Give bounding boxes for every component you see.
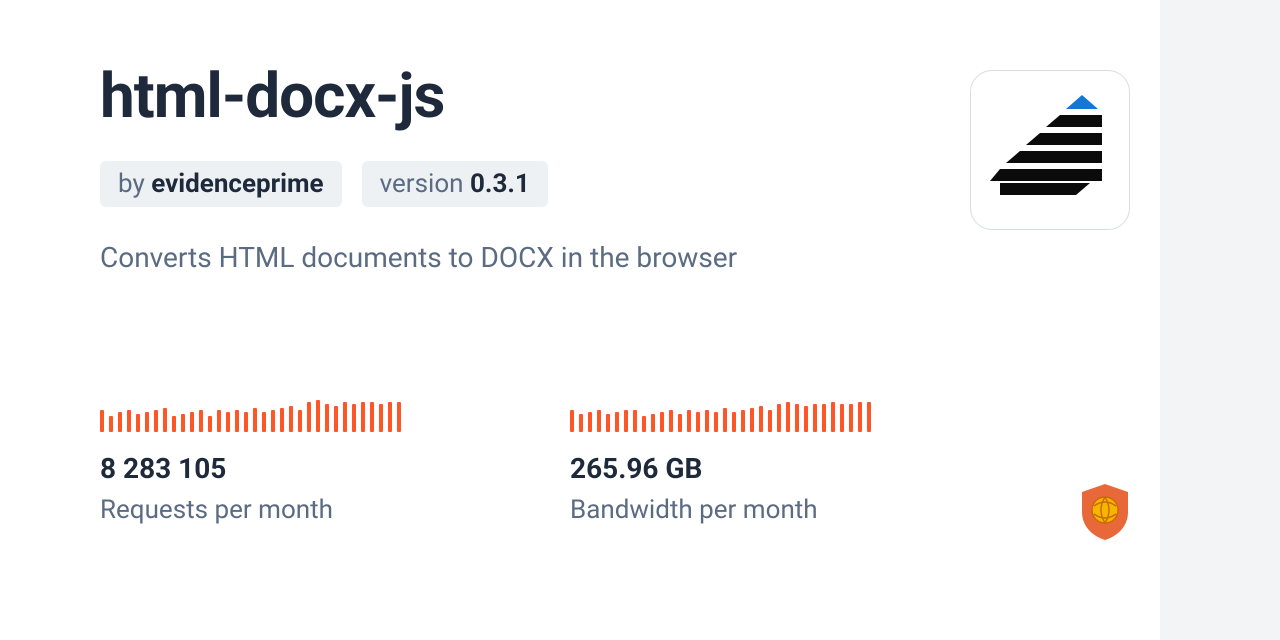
sparkline-bar: [732, 412, 736, 432]
sparkline-bar: [750, 408, 754, 432]
author-name: evidenceprime: [151, 169, 323, 199]
sparkline-bar: [271, 410, 275, 432]
shield-icon: [1080, 484, 1130, 540]
sparkline-bar: [849, 404, 853, 432]
sparkline-bar: [235, 410, 239, 432]
bandwidth-value: 265.96 GB: [570, 452, 900, 485]
package-description: Converts HTML documents to DOCX in the b…: [100, 241, 1180, 274]
requests-value: 8 283 105: [100, 452, 430, 485]
sparkline-bar: [579, 414, 583, 432]
sparkline-bar: [786, 402, 790, 432]
version-label: version: [380, 169, 464, 199]
sparkline-bar: [397, 402, 401, 432]
sparkline-bar: [570, 410, 574, 432]
sparkline-bar: [361, 402, 365, 432]
sparkline-bar: [289, 406, 293, 432]
sparkline-bar: [813, 404, 817, 432]
sparkline-bar: [795, 404, 799, 432]
sparkline-bar: [181, 414, 185, 432]
sparkline-bar: [262, 412, 266, 432]
sparkline-bar: [109, 416, 113, 432]
sparkline-bar: [633, 410, 637, 432]
sparkline-bar: [208, 416, 212, 432]
author-pill[interactable]: by evidenceprime: [100, 161, 342, 207]
sparkline-bar: [678, 414, 682, 432]
sparkline-bar: [606, 414, 610, 432]
sparkline-bar: [199, 410, 203, 432]
sparkline-bar: [831, 402, 835, 432]
sparkline-bar: [325, 404, 329, 432]
sparkline-bar: [127, 410, 131, 432]
sparkline-bar: [696, 412, 700, 432]
by-label: by: [118, 169, 145, 199]
sparkline-bar: [759, 406, 763, 432]
sparkline-bar: [388, 402, 392, 432]
bandwidth-label: Bandwidth per month: [570, 495, 900, 525]
sparkline-bar: [615, 412, 619, 432]
requests-stat: 8 283 105 Requests per month: [100, 394, 430, 525]
sparkline-bar: [840, 404, 844, 432]
sparkline-bar: [100, 410, 104, 432]
sparkline-bar: [777, 404, 781, 432]
sparkline-bar: [804, 406, 808, 432]
sparkline-bar: [343, 402, 347, 432]
sparkline-bar: [597, 410, 601, 432]
sparkline-bar: [217, 410, 221, 432]
sparkline-bar: [822, 404, 826, 432]
package-logo: [970, 70, 1130, 230]
sparkline-bar: [172, 416, 176, 432]
sparkline-bar: [867, 402, 871, 432]
sparkline-bar: [714, 412, 718, 432]
sparkline-bar: [316, 400, 320, 432]
sparkline-bar: [352, 404, 356, 432]
sparkline-bar: [154, 410, 158, 432]
sparkline-bar: [226, 412, 230, 432]
sparkline-bar: [253, 408, 257, 432]
sparkline-bar: [723, 408, 727, 432]
sparkline-bar: [118, 412, 122, 432]
sparkline-bar: [145, 412, 149, 432]
requests-label: Requests per month: [100, 495, 430, 525]
sparkline-bar: [687, 410, 691, 432]
bandwidth-sparkline: [570, 394, 900, 432]
sparkline-bar: [280, 408, 284, 432]
sparkline-bar: [651, 414, 655, 432]
sparkline-bar: [705, 410, 709, 432]
sparkline-bar: [768, 410, 772, 432]
sparkline-bar: [370, 402, 374, 432]
sparkline-bar: [298, 410, 302, 432]
sparkline-bar: [244, 412, 248, 432]
bandwidth-stat: 265.96 GB Bandwidth per month: [570, 394, 900, 525]
version-pill[interactable]: version 0.3.1: [362, 161, 548, 207]
sparkline-bar: [588, 412, 592, 432]
sparkline-bar: [163, 408, 167, 432]
sparkline-bar: [136, 414, 140, 432]
triangle-logo-icon: [990, 95, 1110, 205]
sparkline-bar: [379, 404, 383, 432]
sparkline-bar: [858, 402, 862, 432]
sparkline-bar: [307, 402, 311, 432]
sparkline-bar: [741, 410, 745, 432]
sparkline-bar: [642, 416, 646, 432]
sparkline-bar: [624, 410, 628, 432]
sparkline-bar: [660, 412, 664, 432]
requests-sparkline: [100, 394, 430, 432]
sparkline-bar: [190, 412, 194, 432]
version-value: 0.3.1: [470, 169, 530, 199]
sparkline-bar: [669, 410, 673, 432]
sparkline-bar: [334, 406, 338, 432]
